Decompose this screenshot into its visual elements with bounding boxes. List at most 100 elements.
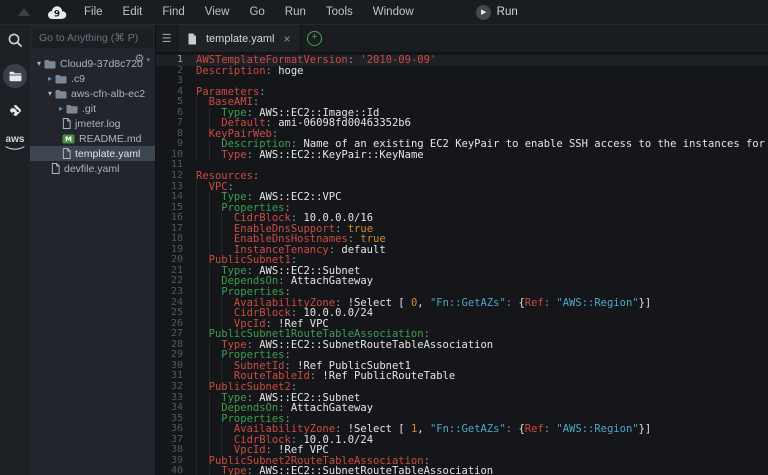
code-line[interactable]: 10Type: AWS::EC2::KeyPair::KeyName: [156, 150, 768, 161]
source-control-icon[interactable]: [7, 102, 24, 119]
menu-go[interactable]: Go: [239, 6, 274, 18]
line-number[interactable]: 32: [156, 382, 183, 393]
line-number[interactable]: 40: [156, 466, 183, 475]
aws-icon[interactable]: aws: [5, 135, 25, 151]
menu-find[interactable]: Find: [152, 6, 194, 18]
indent-guide: [196, 287, 209, 298]
token: default: [335, 244, 386, 256]
token: :: [253, 170, 259, 182]
line-number[interactable]: 1: [156, 55, 183, 66]
play-icon: ▶: [476, 5, 491, 20]
line-number[interactable]: 34: [156, 403, 183, 414]
indent-guide: [209, 224, 222, 235]
indent-guide: [209, 287, 222, 298]
menu-edit[interactable]: Edit: [113, 6, 153, 18]
cloud9-ide-window: 9 FileEditFindViewGoRunToolsWindow ▶ Run: [0, 0, 768, 475]
chevron-right-icon[interactable]: ▸: [56, 105, 66, 113]
indent-guide: [196, 245, 209, 256]
indent-guide: [196, 224, 209, 235]
indent-guide: [196, 382, 209, 393]
indent-guide: [196, 266, 209, 277]
token: Description: [196, 65, 266, 77]
menu-run[interactable]: Run: [275, 6, 316, 18]
token: :: [259, 86, 265, 98]
indent-guide: [196, 139, 209, 150]
code-line[interactable]: 12Resources:: [156, 171, 768, 182]
goto-anything-input[interactable]: Go to Anything (⌘ P): [32, 28, 153, 48]
editor-pane: ☰ template.yaml × + 1AWSTemplateFormatVe…: [156, 25, 768, 475]
indent-guide: [196, 298, 209, 309]
files-panel-icon[interactable]: [3, 64, 27, 88]
file-icon: [62, 118, 71, 129]
folder-icon: [44, 59, 56, 69]
indent-guide: [196, 466, 209, 475]
tree-item-.git[interactable]: ▸.git: [30, 101, 155, 116]
menu-window[interactable]: Window: [363, 6, 424, 18]
chevron-right-icon[interactable]: ▸: [45, 75, 55, 83]
indent-guide: [196, 203, 209, 214]
indent-guide: [209, 308, 222, 319]
indent-guide: [196, 234, 209, 245]
code-editor[interactable]: 1AWSTemplateFormatVersion: '2010-09-09'2…: [156, 53, 768, 475]
tab-close-icon[interactable]: ×: [283, 32, 290, 46]
token: "AWS::Region": [556, 423, 638, 435]
indent-guide: [209, 393, 222, 404]
token: }]: [639, 297, 652, 309]
indent-guide: [209, 139, 222, 150]
token: "AWS::Region": [556, 297, 638, 309]
indent-guide: [196, 435, 209, 446]
indent-guide: [196, 308, 209, 319]
environment-triangle-icon: [18, 8, 30, 16]
folder-icon: [55, 89, 67, 99]
tab-list-hamburger-icon[interactable]: ☰: [156, 25, 178, 52]
tree-item-jmeter.log[interactable]: jmeter.log: [30, 116, 155, 131]
token: "Fn::GetAZs": [430, 423, 506, 435]
search-icon[interactable]: [7, 32, 23, 48]
indent-guide: [196, 445, 209, 456]
indent-guide: [196, 424, 209, 435]
run-button-label: Run: [497, 6, 518, 18]
indent-guide: [196, 361, 209, 372]
indent-guide: [196, 108, 209, 119]
activity-bar: aws: [0, 25, 30, 475]
tree-item-.c9[interactable]: ▸ .c9: [30, 71, 155, 86]
menu-view[interactable]: View: [195, 6, 240, 18]
indent-guide: [196, 213, 209, 224]
file-tree: ▾Cloud9-37d8c720▸.c9▾aws-cfn-alb-ec2▸.gi…: [30, 56, 155, 176]
line-number[interactable]: 12: [156, 171, 183, 182]
new-tab-button[interactable]: +: [301, 25, 329, 52]
menu-tools[interactable]: Tools: [316, 6, 363, 18]
chevron-down-icon[interactable]: ▾: [34, 60, 44, 68]
tree-item-aws-cfn-alb-ec2[interactable]: ▾aws-cfn-alb-ec2: [30, 86, 155, 101]
indent-guide: [196, 340, 209, 351]
file-icon: [51, 163, 60, 174]
tree-item-devfile.yaml[interactable]: devfile.yaml: [30, 161, 155, 176]
tab-template-yaml[interactable]: template.yaml ×: [178, 25, 301, 52]
tree-item-readme.md[interactable]: MREADME.md: [30, 131, 155, 146]
folder-icon: [66, 104, 78, 114]
indent-guide: [196, 150, 209, 161]
token: AttachGateway: [285, 402, 374, 414]
indent-guide: [209, 435, 222, 446]
run-button[interactable]: ▶ Run: [476, 5, 518, 20]
indent-guide: [209, 361, 222, 372]
chevron-down-icon[interactable]: ▾: [45, 90, 55, 98]
indent-guide: [196, 192, 209, 203]
token: hoge: [272, 65, 304, 77]
tree-settings-gear-icon[interactable]: ⚙ ▾: [135, 52, 150, 65]
indent-guide: [209, 350, 222, 361]
line-number[interactable]: 23: [156, 287, 183, 298]
indent-guide: [196, 97, 209, 108]
menu-file[interactable]: File: [74, 6, 113, 18]
code-text: Type: AWS::EC2::SubnetRouteTableAssociat…: [183, 466, 493, 475]
indent-guide: [209, 213, 222, 224]
tree-item-label: .c9: [71, 73, 85, 85]
code-line[interactable]: 40Type: AWS::EC2::SubnetRouteTableAssoci…: [156, 466, 768, 475]
token: Type: [221, 149, 246, 161]
indent-guide: [221, 213, 234, 224]
tree-item-template.yaml[interactable]: template.yaml: [30, 146, 155, 161]
indent-guide: [209, 234, 222, 245]
code-line[interactable]: 2Description: hoge: [156, 66, 768, 77]
token: Ref: [525, 423, 544, 435]
folder-icon: [55, 74, 67, 84]
